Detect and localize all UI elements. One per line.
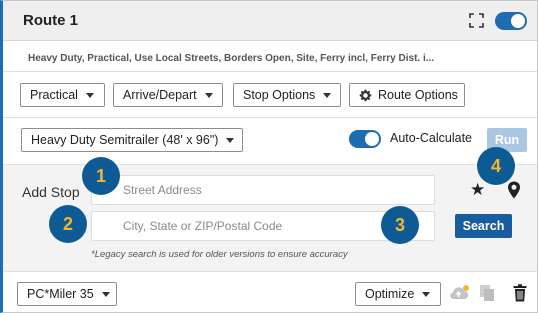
callout-badge-4: 4	[477, 147, 515, 185]
arrive-depart-dropdown[interactable]: Arrive/Depart	[113, 83, 223, 107]
chevron-down-icon	[204, 92, 213, 98]
auto-calculate-label: Auto-Calculate	[390, 131, 472, 145]
toggle-knob	[365, 132, 379, 146]
street-address-input[interactable]: Street Address	[91, 175, 435, 205]
route-visibility-toggle[interactable]	[495, 12, 527, 30]
chevron-down-icon	[422, 291, 431, 297]
callout-badge-2: 2	[49, 205, 87, 243]
arrive-depart-label: Arrive/Depart	[123, 88, 197, 102]
routing-type-label: Practical	[30, 88, 78, 102]
divider	[3, 117, 537, 118]
add-stop-label: Add Stop	[22, 184, 80, 200]
route-header: Route 1	[3, 1, 537, 41]
route-title: Route 1	[23, 12, 79, 29]
optimize-label: Optimize	[365, 287, 415, 301]
stop-options-dropdown[interactable]: Stop Options	[233, 83, 341, 107]
route-options-button[interactable]: Route Options	[349, 83, 465, 107]
cloud-upload-icon[interactable]	[448, 284, 470, 302]
version-label: PC*Miler 35	[27, 287, 94, 301]
optimize-dropdown[interactable]: Optimize	[355, 282, 441, 306]
route-options-label: Route Options	[378, 88, 458, 102]
vehicle-profile-dropdown[interactable]: Heavy Duty Semitrailer (48' x 96")	[21, 128, 243, 152]
route-summary: Heavy Duty, Practical, Use Local Streets…	[28, 53, 435, 64]
chevron-down-icon	[226, 137, 235, 143]
vehicle-profile-label: Heavy Duty Semitrailer (48' x 96")	[31, 133, 219, 147]
copy-icon[interactable]	[479, 284, 495, 302]
chevron-down-icon	[323, 92, 332, 98]
callout-badge-3: 3	[381, 206, 419, 244]
search-button[interactable]: Search	[455, 214, 512, 238]
legacy-search-note: *Legacy search is used for older version…	[91, 249, 348, 260]
gear-icon	[359, 89, 372, 101]
callout-badge-1: 1	[82, 157, 120, 195]
chevron-down-icon	[101, 291, 110, 297]
route-panel: Route 1 Heavy Duty, Practical, Use Local…	[0, 0, 538, 313]
trash-icon[interactable]	[513, 284, 527, 302]
chevron-down-icon	[85, 92, 94, 98]
version-dropdown[interactable]: PC*Miler 35	[17, 282, 117, 306]
toggle-knob	[511, 14, 525, 28]
expand-icon[interactable]	[469, 13, 484, 28]
star-icon[interactable]: ★	[470, 181, 485, 198]
stop-options-label: Stop Options	[243, 88, 316, 102]
routing-type-dropdown[interactable]: Practical	[20, 83, 105, 107]
divider	[3, 71, 537, 72]
auto-calculate-toggle[interactable]	[349, 130, 381, 148]
map-pin-icon[interactable]	[507, 181, 521, 199]
